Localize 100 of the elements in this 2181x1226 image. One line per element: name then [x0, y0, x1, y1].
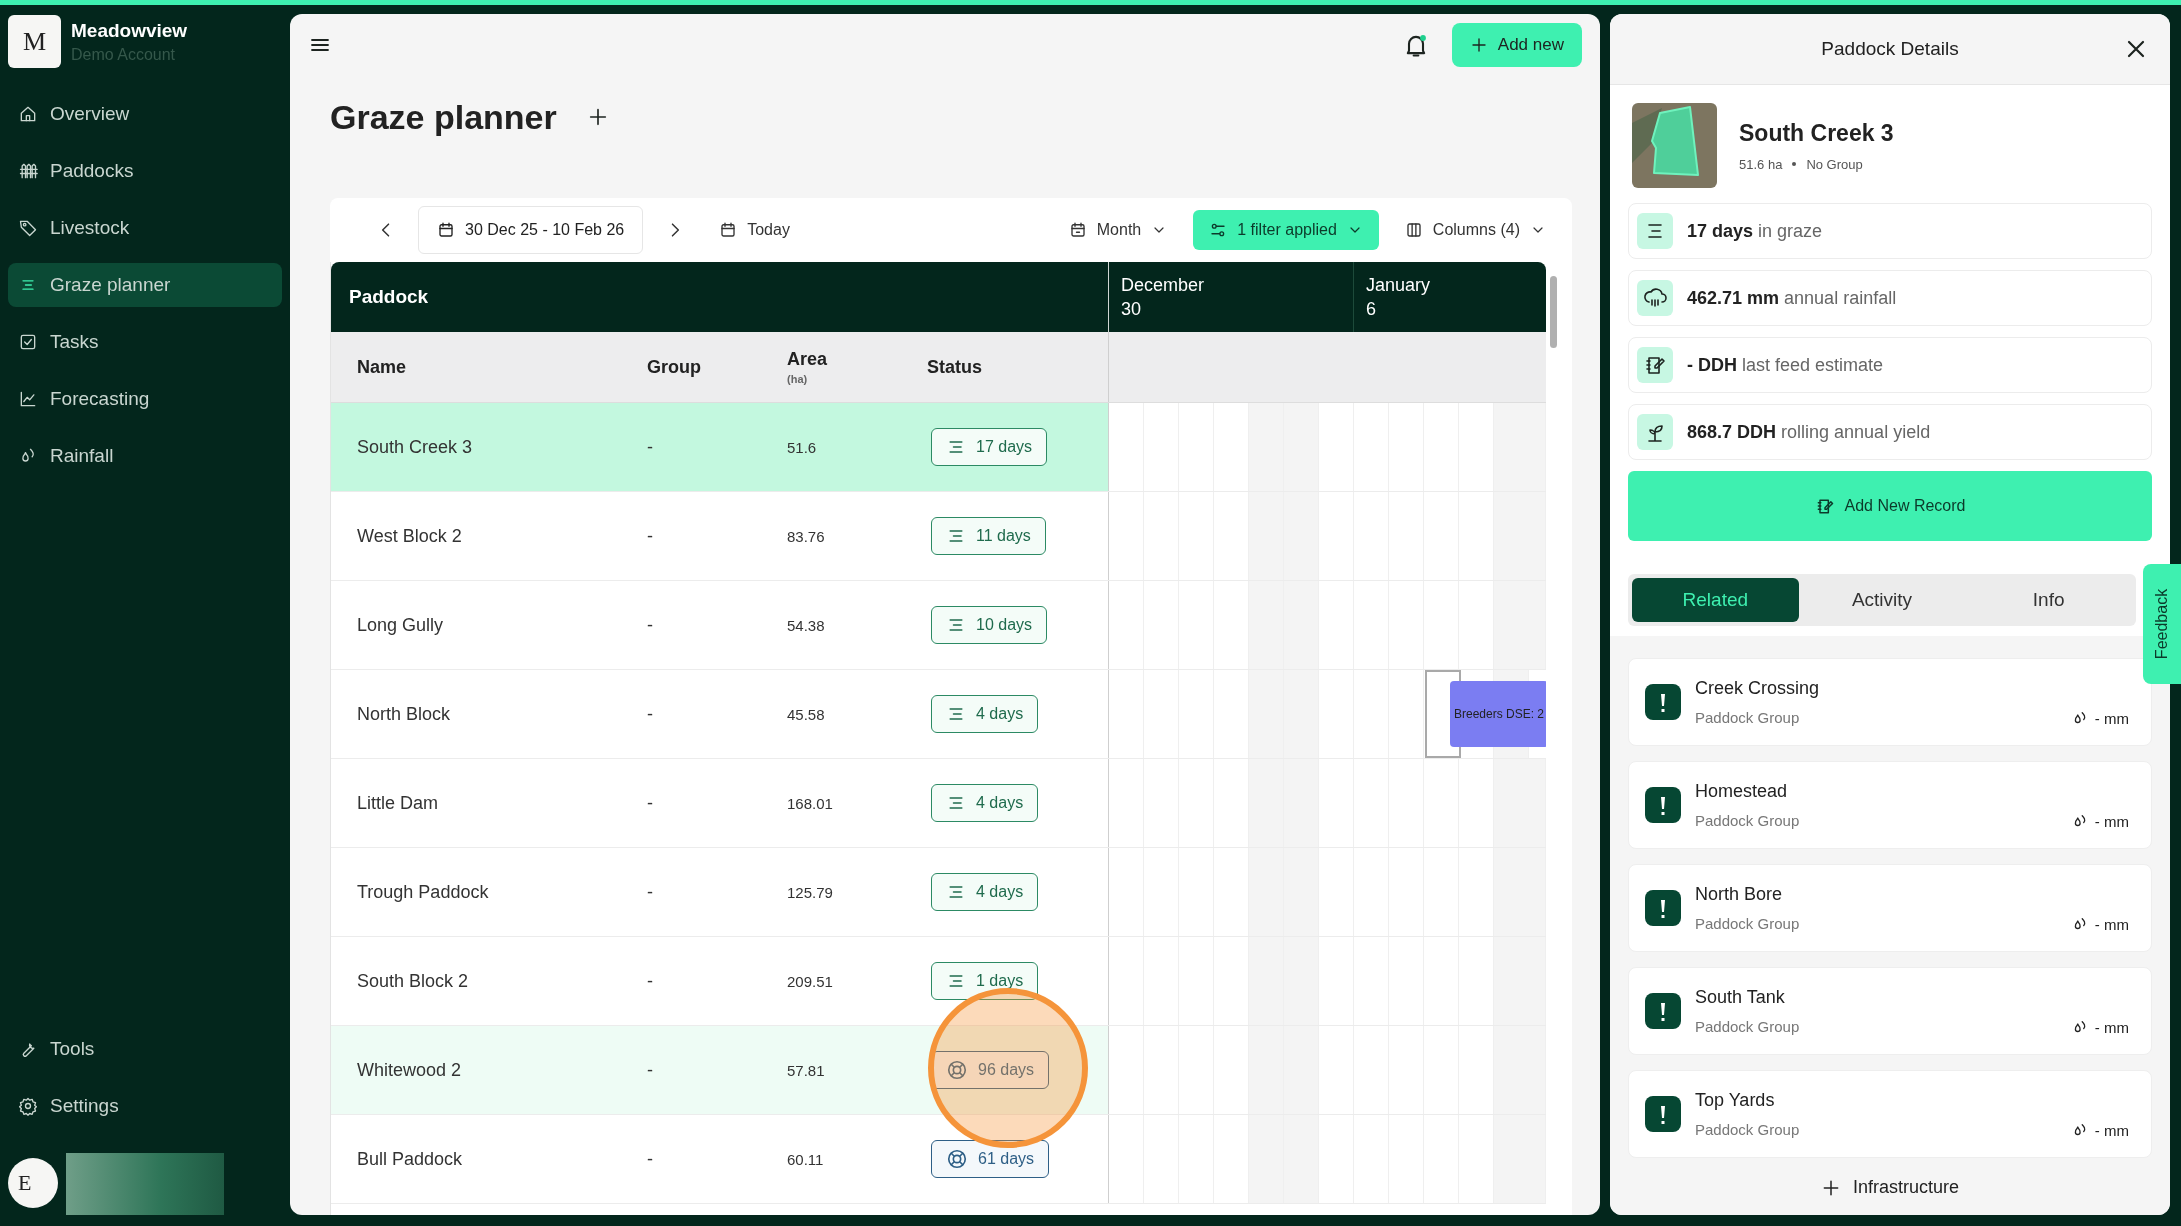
table-cell-text: North Block [356, 702, 452, 726]
group-name: North Bore [1695, 884, 1784, 905]
columns-dropdown[interactable]: Columns (4) [1392, 215, 1558, 245]
table-cell-text: - [646, 880, 654, 904]
table-row[interactable]: Whitewood 2 - 57.81 96 days [331, 1026, 1546, 1115]
table-row[interactable]: South Block 2 - 209.51 1 days [331, 937, 1546, 1026]
related-group-card[interactable]: North Bore Paddock Group - mm [1628, 864, 2152, 952]
grazing-event[interactable]: Breeders DSE: 2 [1450, 681, 1546, 747]
paddock-group: No Group [1806, 156, 1863, 172]
table-cell-text: - [646, 524, 654, 548]
today-button[interactable]: Today [707, 215, 802, 245]
group-type: Paddock Group [1695, 915, 1801, 932]
group-type: Paddock Group [1695, 812, 1801, 829]
column-header[interactable]: Name [331, 332, 621, 402]
rainfall-value: - mm [2094, 1018, 2129, 1036]
tab[interactable]: Related [1632, 578, 1799, 622]
table-cell-text: 209.51 [786, 971, 834, 992]
table-row[interactable]: Little Dam - 168.01 4 days [331, 759, 1546, 848]
day-label: 6 [1366, 298, 1377, 320]
home-icon [18, 104, 38, 124]
status-badge[interactable]: 11 days [931, 517, 1046, 555]
date-range-button[interactable]: 30 Dec 25 - 10 Feb 26 [418, 206, 644, 254]
status-badge[interactable]: 1 days [931, 962, 1039, 1000]
table-cell-text: 54.38 [786, 615, 826, 636]
related-group-card[interactable]: Creek Crossing Paddock Group - mm [1628, 658, 2152, 746]
stat-text: 462.71 mm annual rainfall [1687, 287, 1897, 309]
calendar-icon [719, 221, 738, 239]
month-label: January [1366, 274, 1432, 296]
add-infrastructure-button[interactable]: Infrastructure [1812, 1173, 1967, 1202]
related-group-card[interactable]: Top Yards Paddock Group - mm [1628, 1070, 2152, 1158]
note-icon [1637, 347, 1673, 383]
related-group-card[interactable]: South Tank Paddock Group - mm [1628, 967, 2152, 1055]
filter-button[interactable]: 1 filter applied [1193, 210, 1379, 250]
nav-item[interactable]: Tools [8, 1027, 282, 1071]
tag-icon [18, 218, 38, 238]
table-cell: South Creek 3 [331, 403, 621, 491]
fence-icon [18, 161, 38, 181]
group-name: South Tank [1695, 987, 1786, 1008]
calendar-icon [1068, 221, 1087, 239]
nav-item[interactable]: Overview [8, 92, 282, 136]
rainfall-value: - mm [2094, 1121, 2129, 1139]
table-cell-text: - [646, 702, 654, 726]
group-type: Paddock Group [1695, 1121, 1801, 1138]
table-cell-text: South Block 2 [356, 969, 470, 993]
table-cell-text: Bull Paddock [356, 1147, 464, 1171]
account-logo: M [8, 15, 61, 68]
chart-icon [18, 389, 38, 409]
nav-item[interactable]: Tasks [8, 320, 282, 364]
nav-item[interactable]: Graze planner [8, 263, 282, 307]
table-cell-text: - [646, 1147, 654, 1171]
column-header[interactable]: Area (ha) [761, 332, 901, 402]
table-row[interactable]: South Creek 3 - 51.6 17 days [331, 403, 1546, 492]
account-name: Meadowview [71, 19, 188, 42]
status-badge[interactable]: 10 days [931, 606, 1048, 644]
table-row[interactable]: Bull Paddock - 60.11 61 days [331, 1115, 1546, 1204]
status-badge[interactable]: 4 days [931, 784, 1039, 822]
group-type: Paddock Group [1695, 1018, 1801, 1035]
tab[interactable]: Info [1965, 578, 2132, 622]
table-cell-text: - [646, 613, 654, 637]
status-badge[interactable]: 4 days [931, 873, 1039, 911]
month-label: December [1121, 274, 1206, 296]
nav-item[interactable]: Paddocks [8, 149, 282, 193]
view-dropdown[interactable]: Month [1056, 215, 1180, 245]
table-cell-text: - [646, 791, 654, 815]
columns-icon [1404, 221, 1423, 239]
status-badge[interactable]: 61 days [931, 1140, 1050, 1178]
add-record-button[interactable]: Add New Record [1628, 471, 2152, 541]
stat-text: - DDH last feed estimate [1687, 354, 1884, 376]
nav-item[interactable]: Settings [8, 1084, 282, 1128]
table-cell-text: Little Dam [356, 791, 440, 815]
nav-item[interactable]: Livestock [8, 206, 282, 250]
check-icon [18, 332, 38, 352]
settings-icon [18, 1096, 38, 1116]
tab[interactable]: Activity [1798, 578, 1966, 622]
status-badge[interactable]: 96 days [931, 1051, 1050, 1089]
nav-item[interactable]: Rainfall [8, 434, 282, 478]
group-type: Paddock Group [1695, 709, 1801, 726]
related-group-card[interactable]: Homestead Paddock Group - mm [1628, 761, 2152, 849]
filter-icon [1209, 221, 1228, 239]
feedback-tab[interactable]: Feedback [2143, 564, 2181, 684]
table-row[interactable]: West Block 2 - 83.76 11 days [331, 492, 1546, 581]
marker-icon [1645, 684, 1681, 720]
nav-item[interactable]: Forecasting [8, 377, 282, 421]
add-new-button[interactable]: Add new [1451, 23, 1582, 67]
table-cell: 51.6 [761, 403, 901, 491]
table-cell-text: 125.79 [786, 882, 834, 903]
table-cell: Whitewood 2 [331, 1026, 621, 1114]
status-badge[interactable]: 4 days [931, 695, 1039, 733]
table-row[interactable]: Trough Paddock - 125.79 4 days [331, 848, 1546, 937]
table-row[interactable]: Long Gully - 54.38 10 days [331, 581, 1546, 670]
table-row[interactable]: North Block - 45.58 4 days Breeders DSE: 2 [331, 670, 1546, 759]
column-header[interactable]: Status [901, 332, 1108, 402]
status-badge[interactable]: 17 days [931, 428, 1048, 466]
table-cell: - [621, 1026, 761, 1114]
user-avatar[interactable]: E [8, 1158, 58, 1208]
table-cell-text: 60.11 [786, 1149, 825, 1170]
table-cell-text: Trough Paddock [356, 880, 490, 904]
column-header[interactable]: Group [621, 332, 761, 402]
marker-icon [1645, 787, 1681, 823]
table-cell-text: Long Gully [356, 613, 445, 637]
